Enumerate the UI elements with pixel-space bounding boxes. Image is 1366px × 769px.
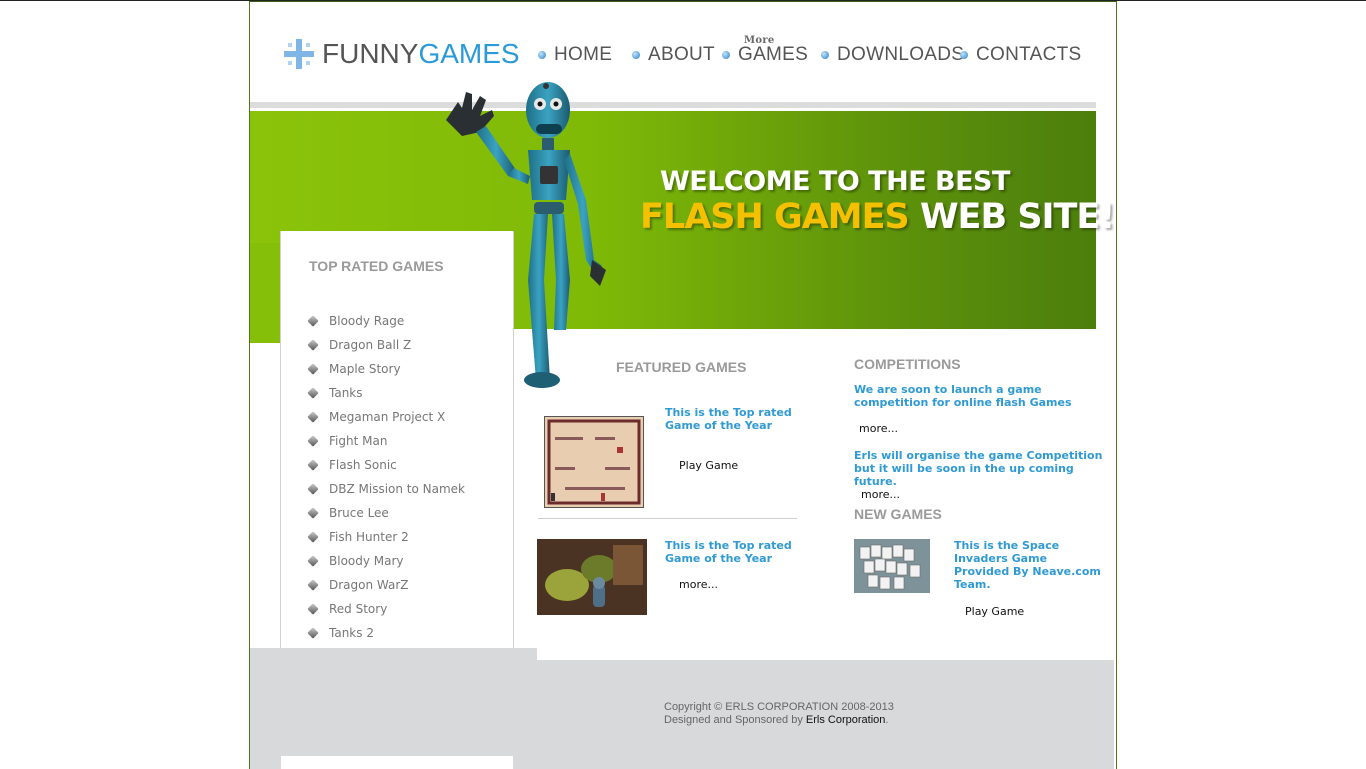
footer-bottom-gap <box>281 756 513 769</box>
play-game-link[interactable]: Play Game <box>965 605 1024 618</box>
cube-bullet-icon <box>307 531 319 543</box>
game-link[interactable]: DBZ Mission to Namek <box>307 477 465 501</box>
cube-bullet-icon <box>307 315 319 327</box>
bullet-icon <box>821 51 829 59</box>
game-link[interactable]: Tanks <box>307 381 465 405</box>
featured-item-1-text: This is the Top rated Game of the Year <box>665 406 792 432</box>
cube-bullet-icon <box>307 387 319 399</box>
game-link[interactable]: Fish Hunter 2 <box>307 525 465 549</box>
banner-edge <box>250 243 281 343</box>
more-link[interactable]: more... <box>679 578 718 591</box>
game-link[interactable]: Dragon WarZ <box>307 573 465 597</box>
cube-bullet-icon <box>307 435 319 447</box>
featured-game-2-thumbnail[interactable] <box>537 539 647 615</box>
more-link[interactable]: more... <box>859 422 898 435</box>
game-link[interactable]: Dragon Ball Z <box>307 333 465 357</box>
logo-grid-icon <box>284 39 314 69</box>
game-link[interactable]: Fight Man <box>307 429 465 453</box>
footer-copyright: Copyright © ERLS CORPORATION 2008-2013 D… <box>664 701 894 726</box>
footer-company-link[interactable]: Erls Corporation <box>806 714 885 726</box>
competition-2-text: Erls will organise the game Competition … <box>854 449 1103 488</box>
game-link[interactable]: Bruce Lee <box>307 501 465 525</box>
play-game-link[interactable]: Play Game <box>679 459 738 472</box>
bullet-icon <box>722 51 730 59</box>
featured-title: FEATURED GAMES <box>616 359 747 375</box>
footer-edge <box>1114 648 1116 769</box>
nav-home[interactable]: HOME <box>538 44 612 66</box>
nav-contacts[interactable]: CONTACTS <box>960 44 1082 66</box>
bullet-icon <box>538 51 546 59</box>
nav-about[interactable]: ABOUT <box>632 44 715 66</box>
cube-bullet-icon <box>307 363 319 375</box>
nav-games-more-label: More <box>744 35 775 46</box>
bullet-icon <box>960 51 968 59</box>
cube-bullet-icon <box>307 411 319 423</box>
game-link[interactable]: Bloody Mary <box>307 549 465 573</box>
header-divider <box>250 102 1096 108</box>
nav-downloads[interactable]: DOWNLOADS <box>821 44 964 66</box>
banner-subheadline: FLASH GAMES WEB SITE! <box>640 197 1115 237</box>
game-link[interactable]: Maple Story <box>307 357 465 381</box>
sidebar-title: TOP RATED GAMES <box>309 258 444 274</box>
bullet-icon <box>632 51 640 59</box>
featured-game-thumbnail[interactable] <box>544 416 644 508</box>
game-link[interactable]: Red Story <box>307 597 465 621</box>
top-rated-sidebar: TOP RATED GAMES Bloody Rage Dragon Ball … <box>280 231 514 678</box>
cube-bullet-icon <box>307 507 319 519</box>
site-logo[interactable]: FUNNYGAMES <box>284 36 520 72</box>
competition-1-text: We are soon to launch a game competition… <box>854 383 1072 409</box>
logo-text: FUNNYGAMES <box>322 38 520 69</box>
top-rated-list: Bloody Rage Dragon Ball Z Maple Story Ta… <box>307 309 465 645</box>
page-container: FUNNYGAMES HOME ABOUT GAMES More DOWNLOAD… <box>249 1 1117 769</box>
featured-divider <box>538 518 797 519</box>
game-link[interactable]: Tanks 2 <box>307 621 465 645</box>
new-games-title: NEW GAMES <box>854 506 942 522</box>
cube-bullet-icon <box>307 555 319 567</box>
footer-gap <box>537 648 1114 660</box>
new-game-text: This is the Space Invaders Game Provided… <box>954 539 1101 591</box>
game-link[interactable]: Megaman Project X <box>307 405 465 429</box>
cube-bullet-icon <box>307 579 319 591</box>
cube-bullet-icon <box>307 483 319 495</box>
banner-headline: WELCOME TO THE BEST <box>660 166 1010 197</box>
competitions-title: COMPETITIONS <box>854 356 961 372</box>
cube-bullet-icon <box>307 603 319 615</box>
new-game-thumbnail[interactable] <box>854 539 930 593</box>
featured-item-2-text: This is the Top rated Game of the Year <box>665 539 792 565</box>
cube-bullet-icon <box>307 339 319 351</box>
game-link[interactable]: Flash Sonic <box>307 453 465 477</box>
cube-bullet-icon <box>307 627 319 639</box>
game-link[interactable]: Bloody Rage <box>307 309 465 333</box>
cube-bullet-icon <box>307 459 319 471</box>
more-link[interactable]: more... <box>861 488 900 501</box>
nav-games[interactable]: GAMES More <box>722 35 808 66</box>
